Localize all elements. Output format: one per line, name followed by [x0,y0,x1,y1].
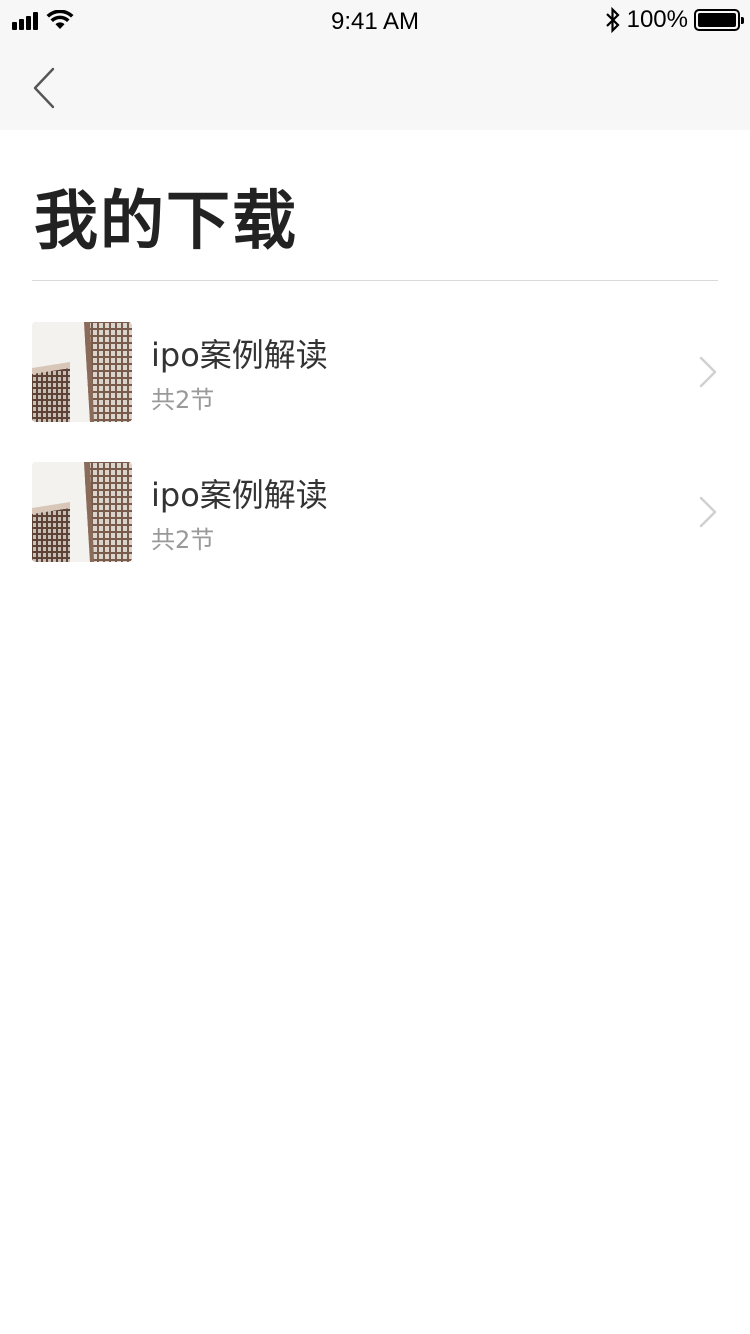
item-subtitle: 共2节 [151,526,215,554]
status-right: 100% [605,6,744,34]
item-subtitle: 共2节 [151,386,215,414]
item-title: ipo案例解读 [151,336,328,374]
chevron-right-icon [699,356,717,388]
building-facade-image [32,322,132,422]
download-list: ipo案例解读 共2节 ipo案例解读 共2节 [32,322,718,602]
chevron-right-icon [699,496,717,528]
list-item[interactable]: ipo案例解读 共2节 [32,462,718,562]
divider [32,280,718,281]
bluetooth-icon [605,7,620,33]
nav-bar [0,42,750,130]
item-title: ipo案例解读 [151,476,328,514]
page-title: 我的下载 [34,185,298,259]
battery-icon [694,9,744,31]
chevron-left-icon [33,67,55,109]
list-item[interactable]: ipo案例解读 共2节 [32,322,718,422]
battery-percent: 100% [626,6,688,33]
back-button[interactable] [22,64,66,112]
status-bar: 9:41 AM 100% [0,0,750,42]
building-facade-image [32,462,132,562]
